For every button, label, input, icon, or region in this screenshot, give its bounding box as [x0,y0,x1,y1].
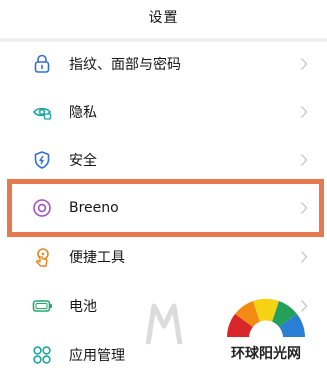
settings-item-label: 指纹、面部与密码 [69,57,181,73]
settings-item-security[interactable]: 安全 [0,136,327,184]
watermark-m-logo [145,303,183,345]
gesture-hand-icon [30,245,54,269]
lock-icon [30,52,54,76]
settings-item-label: 隐私 [69,105,97,121]
shield-icon [30,148,54,172]
settings-item-fingerprint-face-password[interactable]: 指纹、面部与密码 [0,40,327,88]
highlight-frame [7,179,324,237]
settings-item-convenience-tools[interactable]: 便捷工具 [0,233,327,281]
chevron-right-icon [298,150,310,170]
watermark-brand: 环球阳光网 [205,285,327,370]
chevron-right-icon [298,247,310,267]
rainbow-logo [227,298,305,338]
battery-icon [30,294,54,318]
settings-item-label: 应用管理 [69,348,125,364]
watermark-brand-text: 环球阳光网 [231,346,301,362]
privacy-eye-icon [30,100,54,124]
page-title: 设置 [148,10,179,26]
settings-item-label: 便捷工具 [69,250,125,266]
chevron-right-icon [298,54,310,74]
settings-item-privacy[interactable]: 隐私 [0,88,327,136]
settings-item-label: 安全 [69,153,97,169]
chevron-right-icon [298,102,310,122]
settings-item-label: 电池 [69,299,97,315]
apps-grid-icon [30,343,54,367]
